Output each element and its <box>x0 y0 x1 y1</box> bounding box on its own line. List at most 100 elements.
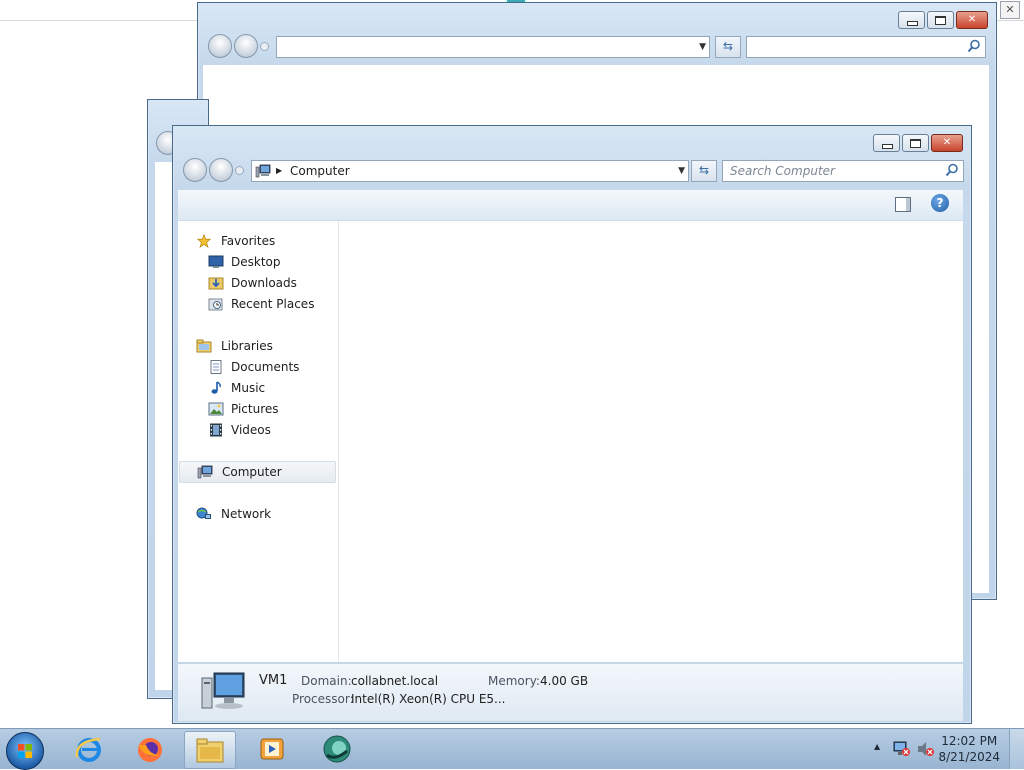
network-icon <box>196 507 211 519</box>
nav-recent-places[interactable]: Recent Places <box>178 294 336 314</box>
taskbar-firefox[interactable] <box>127 731 173 767</box>
computer-large-icon <box>201 672 245 709</box>
processor-value: Intel(R) Xeon(R) CPU E5... <box>351 692 506 706</box>
close-button[interactable]: ✕ <box>931 134 963 152</box>
desktop-icon <box>208 255 224 268</box>
caption-buttons: ✕ <box>896 11 988 29</box>
forward-button[interactable] <box>209 158 233 182</box>
clock-date: 8/21/2024 <box>938 750 1000 764</box>
nav-label: Videos <box>231 423 271 437</box>
firefox-icon <box>138 738 162 762</box>
nav-desktop[interactable]: Desktop <box>178 252 336 272</box>
nav-computer[interactable]: Computer <box>179 461 336 483</box>
show-hidden-icons-button[interactable]: ▲ <box>874 742 880 751</box>
taskbar-internet-explorer[interactable] <box>66 731 112 767</box>
computer-icon <box>255 164 271 178</box>
nav-downloads[interactable]: Downloads <box>178 273 336 293</box>
computer-icon <box>197 465 213 479</box>
nav-buttons <box>183 158 244 182</box>
command-bar: ? <box>178 190 963 221</box>
help-icon[interactable]: ? <box>931 194 949 212</box>
nav-buttons <box>208 34 269 58</box>
close-icon: ✕ <box>942 137 952 148</box>
minimize-button[interactable] <box>898 11 925 29</box>
close-button[interactable]: ✕ <box>956 11 988 29</box>
documents-icon <box>210 360 222 374</box>
libraries-icon <box>196 339 212 353</box>
search-input[interactable]: Search Computer <box>722 160 964 182</box>
memory-label: Memory: <box>488 674 540 688</box>
star-icon <box>196 234 212 248</box>
nav-favorites[interactable]: Favorites <box>178 231 336 251</box>
volume-muted-icon[interactable] <box>917 741 935 757</box>
processor-label: Processor: <box>292 692 354 706</box>
nav-label: Recent Places <box>231 297 315 311</box>
minimize-button[interactable] <box>873 134 900 152</box>
maximize-icon <box>935 16 946 25</box>
nav-pictures[interactable]: Pictures <box>178 399 336 419</box>
search-icon <box>967 39 980 53</box>
maximize-button[interactable] <box>902 134 929 152</box>
minimize-icon <box>907 21 918 26</box>
nav-label: Music <box>231 381 266 395</box>
taskbar-app[interactable] <box>314 731 360 767</box>
search-icon <box>945 163 958 177</box>
computer-name: VM1 <box>259 673 288 688</box>
nav-label: Downloads <box>231 276 297 290</box>
address-bar[interactable]: ▼ <box>276 36 710 58</box>
nav-label: Desktop <box>231 255 281 269</box>
recent-places-icon <box>208 298 223 311</box>
taskbar: ▲ 12:02 PM 8/21/2024 <box>0 728 1024 770</box>
videos-icon <box>210 423 222 437</box>
nav-documents[interactable]: Documents <box>178 357 336 377</box>
pictures-icon <box>208 402 224 416</box>
forward-button[interactable] <box>234 34 258 58</box>
nav-label: Network <box>221 507 272 521</box>
clock[interactable]: 12:02 PM 8/21/2024 <box>938 733 1000 765</box>
search-input[interactable] <box>746 36 986 58</box>
recent-pages-button[interactable] <box>235 166 244 175</box>
recent-pages-button[interactable] <box>260 42 269 51</box>
clock-time: 12:02 PM <box>941 734 998 748</box>
refresh-button[interactable]: ⇆ <box>715 36 741 58</box>
nav-libraries[interactable]: Libraries <box>178 336 336 356</box>
breadcrumb-separator-icon[interactable]: ▶ <box>276 161 282 181</box>
show-desktop-button[interactable] <box>1009 729 1024 769</box>
file-list-area[interactable] <box>339 221 963 662</box>
taskbar-media-player[interactable] <box>249 731 295 767</box>
nav-network[interactable]: Network <box>178 504 336 524</box>
chevron-down-icon[interactable]: ▼ <box>699 37 706 57</box>
nav-label: Documents <box>231 360 300 374</box>
nav-label: Computer <box>222 465 282 479</box>
close-icon: ✕ <box>967 14 977 25</box>
background-close-button[interactable]: ✕ <box>1000 1 1020 19</box>
search-placeholder: Search Computer <box>730 164 835 178</box>
preview-pane-icon[interactable] <box>895 197 911 212</box>
domain-value: collabnet.local <box>351 674 439 688</box>
nav-videos[interactable]: Videos <box>178 420 336 440</box>
domain-label: Domain: <box>301 674 352 688</box>
nav-label: Libraries <box>221 339 273 353</box>
start-button[interactable] <box>6 732 44 770</box>
breadcrumb-computer[interactable]: Computer <box>290 164 350 178</box>
windows-logo-icon <box>18 744 32 758</box>
minimize-icon <box>882 144 893 149</box>
address-bar[interactable]: ▶ Computer ▼ <box>251 160 689 182</box>
nav-label: Favorites <box>221 234 276 248</box>
maximize-button[interactable] <box>927 11 954 29</box>
memory-value: 4.00 GB <box>540 674 589 688</box>
internet-explorer-icon <box>75 737 101 762</box>
music-icon <box>211 381 221 394</box>
refresh-button[interactable]: ⇆ <box>691 160 717 182</box>
nav-music[interactable]: Music <box>178 378 336 398</box>
back-button[interactable] <box>183 158 207 182</box>
back-button[interactable] <box>208 34 232 58</box>
system-tray: ▲ 12:02 PM 8/21/2024 <box>864 729 1024 769</box>
network-status-icon[interactable] <box>893 741 911 757</box>
chevron-down-icon[interactable]: ▼ <box>678 161 685 181</box>
taskbar-windows-explorer[interactable] <box>184 731 236 769</box>
nav-label: Pictures <box>231 402 279 416</box>
downloads-icon <box>208 277 224 290</box>
caption-buttons: ✕ <box>871 134 963 152</box>
explorer-window-computer: ✕ ▶ Computer ▼ ⇆ Search Computer ? Favor… <box>172 125 972 724</box>
